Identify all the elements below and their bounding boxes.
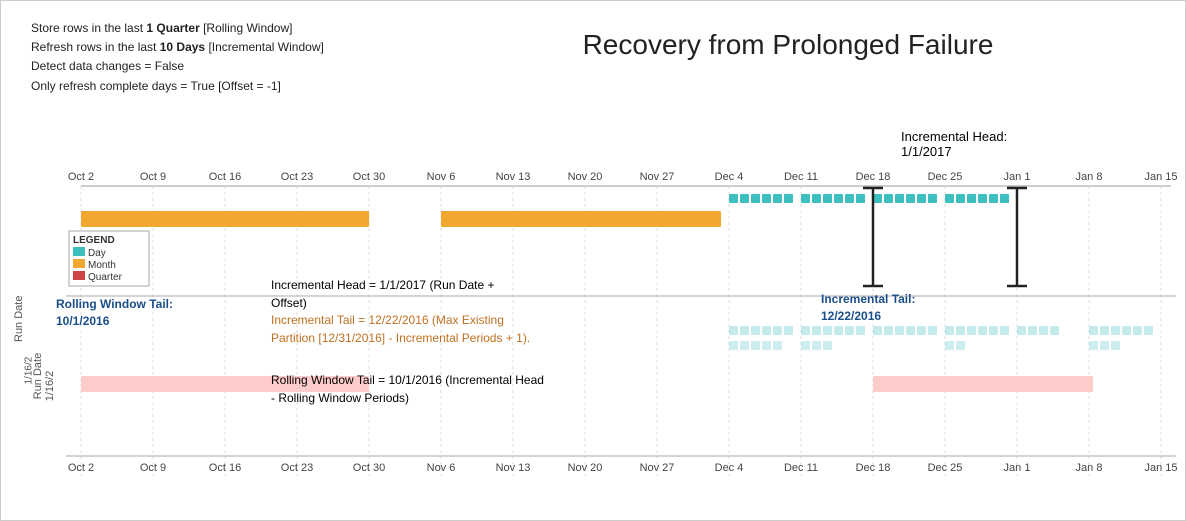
run-date-axis-label: Run Date [13,296,25,342]
x-label-oct2: Oct 2 [68,171,94,183]
rolling-bar-bottom-2 [873,376,1093,392]
bottom-x-jan15: Jan 15 [1144,462,1177,474]
run-date-value-label: 1/16/2 [24,357,35,385]
bottom-x-oct30: Oct 30 [353,462,385,474]
chart-svg: Oct 2 Oct 9 Oct 16 Oct 23 Oct 30 Nov 6 N… [1,156,1186,516]
bottom-x-dec4: Dec 4 [715,462,744,474]
legend-day-label: Day [88,248,106,259]
x-label-oct16: Oct 16 [209,171,241,183]
bottom-x-dec25: Dec 25 [928,462,963,474]
x-label-jan15: Jan 15 [1144,171,1177,183]
bottom-x-oct9: Oct 9 [140,462,166,474]
legend-quarter-label: Quarter [88,272,123,283]
x-label-dec25: Dec 25 [928,171,963,183]
incremental-head-annotation: Incremental Head = 1/1/2017 (Run Date + … [271,276,511,312]
bottom-x-nov6: Nov 6 [427,462,456,474]
legend-quarter-swatch [73,271,85,280]
bottom-x-dec18: Dec 18 [856,462,891,474]
bottom-x-dec11: Dec 11 [784,462,818,474]
month-bar-2 [441,211,721,227]
line1-suffix: [Rolling Window] [203,21,292,35]
run-date-value: 1/16/2 [44,371,56,402]
x-label-nov6: Nov 6 [427,171,456,183]
bottom-x-jan1: Jan 1 [1004,462,1031,474]
bottom-x-oct23: Oct 23 [281,462,313,474]
legend-month-label: Month [88,260,116,271]
bottom-x-nov13: Nov 13 [496,462,531,474]
x-label-dec18: Dec 18 [856,171,891,183]
incremental-tail-label: Incremental Tail:12/22/2016 [821,291,915,325]
bottom-day-tiles-faded-2 [729,341,1120,350]
legend-title: LEGEND [73,235,115,246]
rolling-window-tail-annotation: Rolling Window Tail:10/1/2016 [56,296,173,330]
x-label-oct9: Oct 9 [140,171,166,183]
line4: Only refresh complete days = True [Offse… [31,77,324,96]
quarter-bold: 1 Quarter [146,21,199,35]
incremental-head-top-annotation: Incremental Head: 1/1/2017 [901,129,1007,159]
info-text: Store rows in the last 1 Quarter [Rollin… [31,19,324,96]
rolling-window-desc-annotation: Rolling Window Tail = 10/1/2016 (Increme… [271,371,551,407]
x-label-oct23: Oct 23 [281,171,313,183]
legend-month-swatch [73,259,85,268]
x-label-oct30: Oct 30 [353,171,385,183]
x-label-jan1: Jan 1 [1004,171,1031,183]
line2-suffix: [Incremental Window] [208,40,323,54]
x-label-dec11: Dec 11 [784,171,818,183]
page: Store rows in the last 1 Quarter [Rollin… [0,0,1186,521]
incremental-tail-desc-annotation: Incremental Tail = 12/22/2016 (Max Exist… [271,311,541,347]
x-label-jan8: Jan 8 [1076,171,1103,183]
legend-day-swatch [73,247,85,256]
page-title: Recovery from Prolonged Failure [421,29,1155,61]
x-label-nov20: Nov 20 [568,171,603,183]
x-label-nov13: Nov 13 [496,171,531,183]
x-label-dec4: Dec 4 [715,171,744,183]
x-label-nov27: Nov 27 [640,171,675,183]
bottom-x-nov20: Nov 20 [568,462,603,474]
bottom-x-nov27: Nov 27 [640,462,675,474]
bottom-x-oct16: Oct 16 [209,462,241,474]
bottom-x-oct2: Oct 2 [68,462,94,474]
bottom-day-tiles-faded [729,326,1153,335]
days-bold: 10 Days [160,40,205,54]
month-bar-1 [81,211,369,227]
inc-head-label: Incremental Head: [901,129,1007,144]
bottom-x-jan8: Jan 8 [1076,462,1103,474]
line3: Detect data changes = False [31,57,324,76]
day-tiles-top [729,194,1009,203]
